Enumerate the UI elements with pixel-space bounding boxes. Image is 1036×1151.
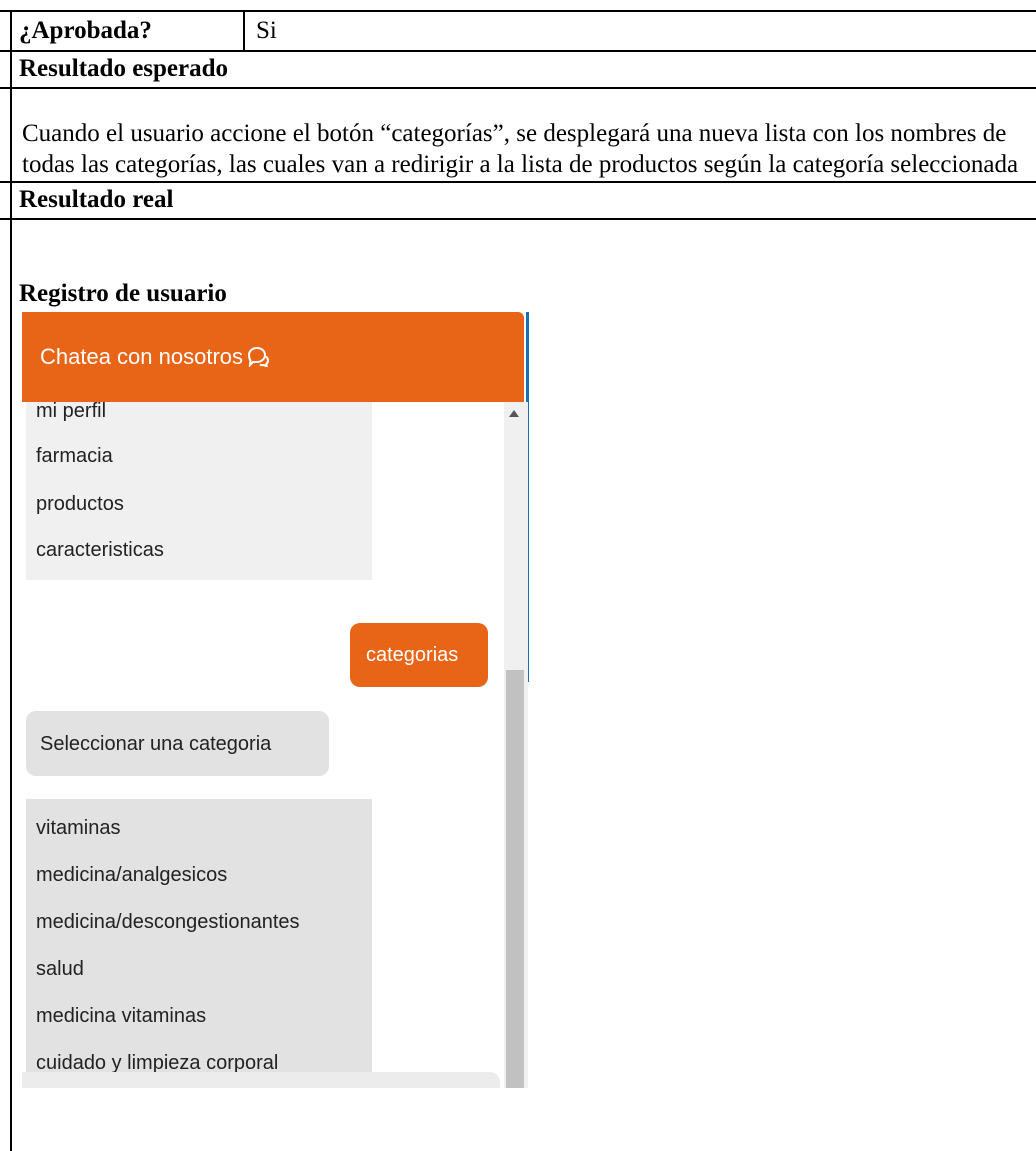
user-message-bubble: categorias xyxy=(350,623,488,687)
chat-header-title: Chatea con nosotros xyxy=(40,344,270,370)
table-border-mid xyxy=(243,10,245,51)
chat-input-area[interactable] xyxy=(22,1072,500,1088)
category-item-analgesicos[interactable]: medicina/analgesicos xyxy=(36,863,227,887)
chat-screenshot: Chatea con nosotros mi perfil farmacia p… xyxy=(22,312,530,1088)
user-message-text: categorias xyxy=(366,644,459,666)
chat-bubbles-icon xyxy=(248,346,270,369)
real-result-label: Resultado real xyxy=(19,186,174,213)
category-item-salud[interactable]: salud xyxy=(36,957,84,981)
table-border-row3 xyxy=(0,181,1036,183)
menu-item-caracteristicas[interactable]: caracteristicas xyxy=(36,538,164,562)
chat-header[interactable]: Chatea con nosotros xyxy=(22,312,524,402)
menu-item-mi-perfil[interactable]: mi perfil xyxy=(36,399,106,423)
category-item-vitaminas[interactable]: vitaminas xyxy=(36,816,120,840)
category-item-descongestionantes[interactable]: medicina/descongestionantes xyxy=(36,910,300,934)
approved-label: ¿Aprobada? xyxy=(19,17,152,44)
table-border-top xyxy=(0,10,1036,12)
table-border-left xyxy=(10,10,12,1151)
bot-message-bubble: Seleccionar una categoria xyxy=(26,711,329,776)
menu-item-farmacia[interactable]: farmacia xyxy=(36,444,113,468)
scrollbar-thumb[interactable] xyxy=(506,670,524,1088)
expected-result-text: Cuando el usuario accione el botón “cate… xyxy=(22,120,1019,178)
menu-item-productos[interactable]: productos xyxy=(36,492,124,516)
category-item-medicina-vitaminas[interactable]: medicina vitaminas xyxy=(36,1004,206,1028)
bot-message-text: Seleccionar una categoria xyxy=(40,733,272,755)
table-border-row1 xyxy=(0,50,1036,52)
table-border-row4 xyxy=(0,218,1036,220)
section-heading: Registro de usuario xyxy=(19,280,227,307)
expected-result-label: Resultado esperado xyxy=(19,55,229,82)
chat-header-label: Chatea con nosotros xyxy=(40,344,244,369)
category-list: vitaminas medicina/analgesicos medicina/… xyxy=(26,799,372,1088)
scroll-up-arrow-icon[interactable] xyxy=(509,410,519,417)
menu-list: mi perfil farmacia productos caracterist… xyxy=(26,399,372,580)
table-border-row2 xyxy=(0,87,1036,89)
approved-value: Si xyxy=(256,17,277,44)
